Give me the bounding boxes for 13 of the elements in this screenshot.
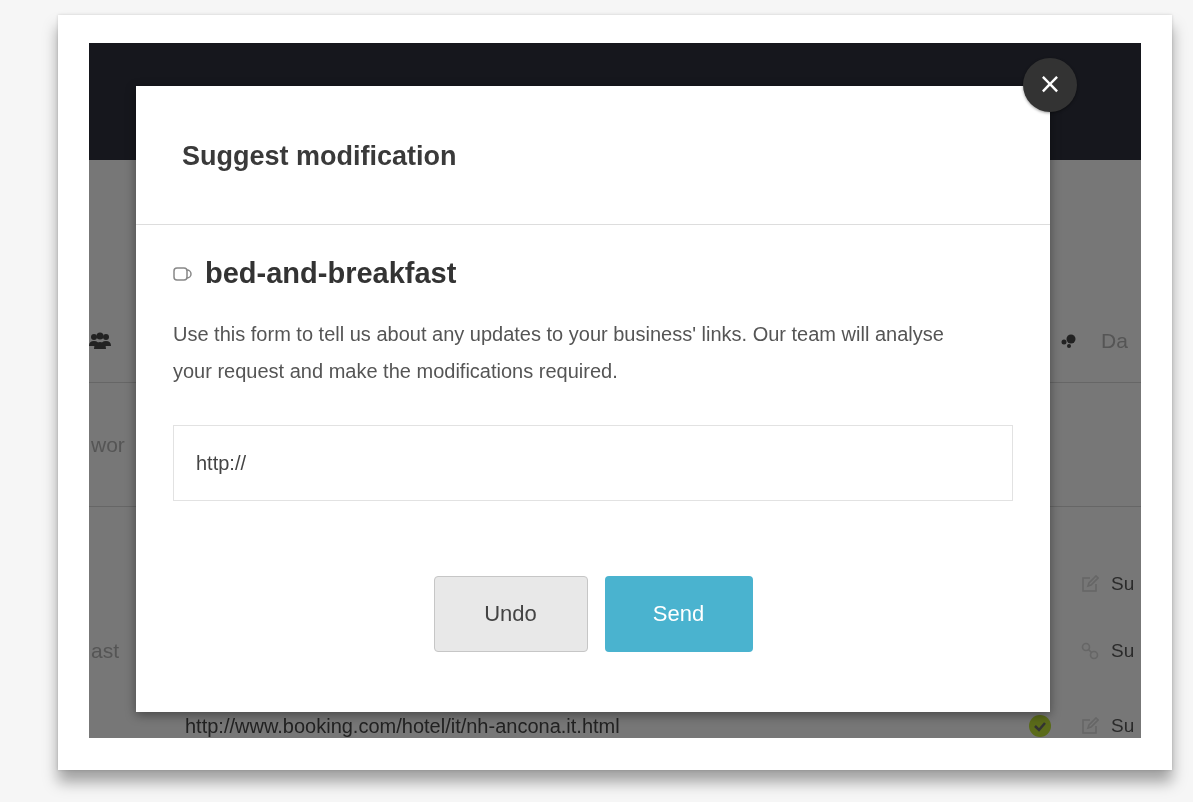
tag-icon <box>173 266 193 281</box>
link-url: http://www.booking.com/hotel/it/nh-ancona.it.html <box>184 715 620 737</box>
modal-title: Suggest modification <box>182 140 457 172</box>
users-icon <box>89 332 111 350</box>
url-input-field[interactable]: http:// <box>173 425 1013 501</box>
category-title: bed-and-breakfast <box>205 257 457 290</box>
description-text: Use this form to tell us about any updates to your business' links. Our team will analyse your request and make the modifications required. <box>173 322 945 384</box>
action-link[interactable]: Su <box>1111 715 1135 737</box>
undo-button[interactable]: Undo <box>433 576 588 652</box>
action-link[interactable]: Su <box>1111 640 1135 662</box>
action-link[interactable]: Su <box>1111 573 1135 595</box>
send-button[interactable]: Send <box>604 576 753 652</box>
dots-icon <box>1061 334 1077 348</box>
